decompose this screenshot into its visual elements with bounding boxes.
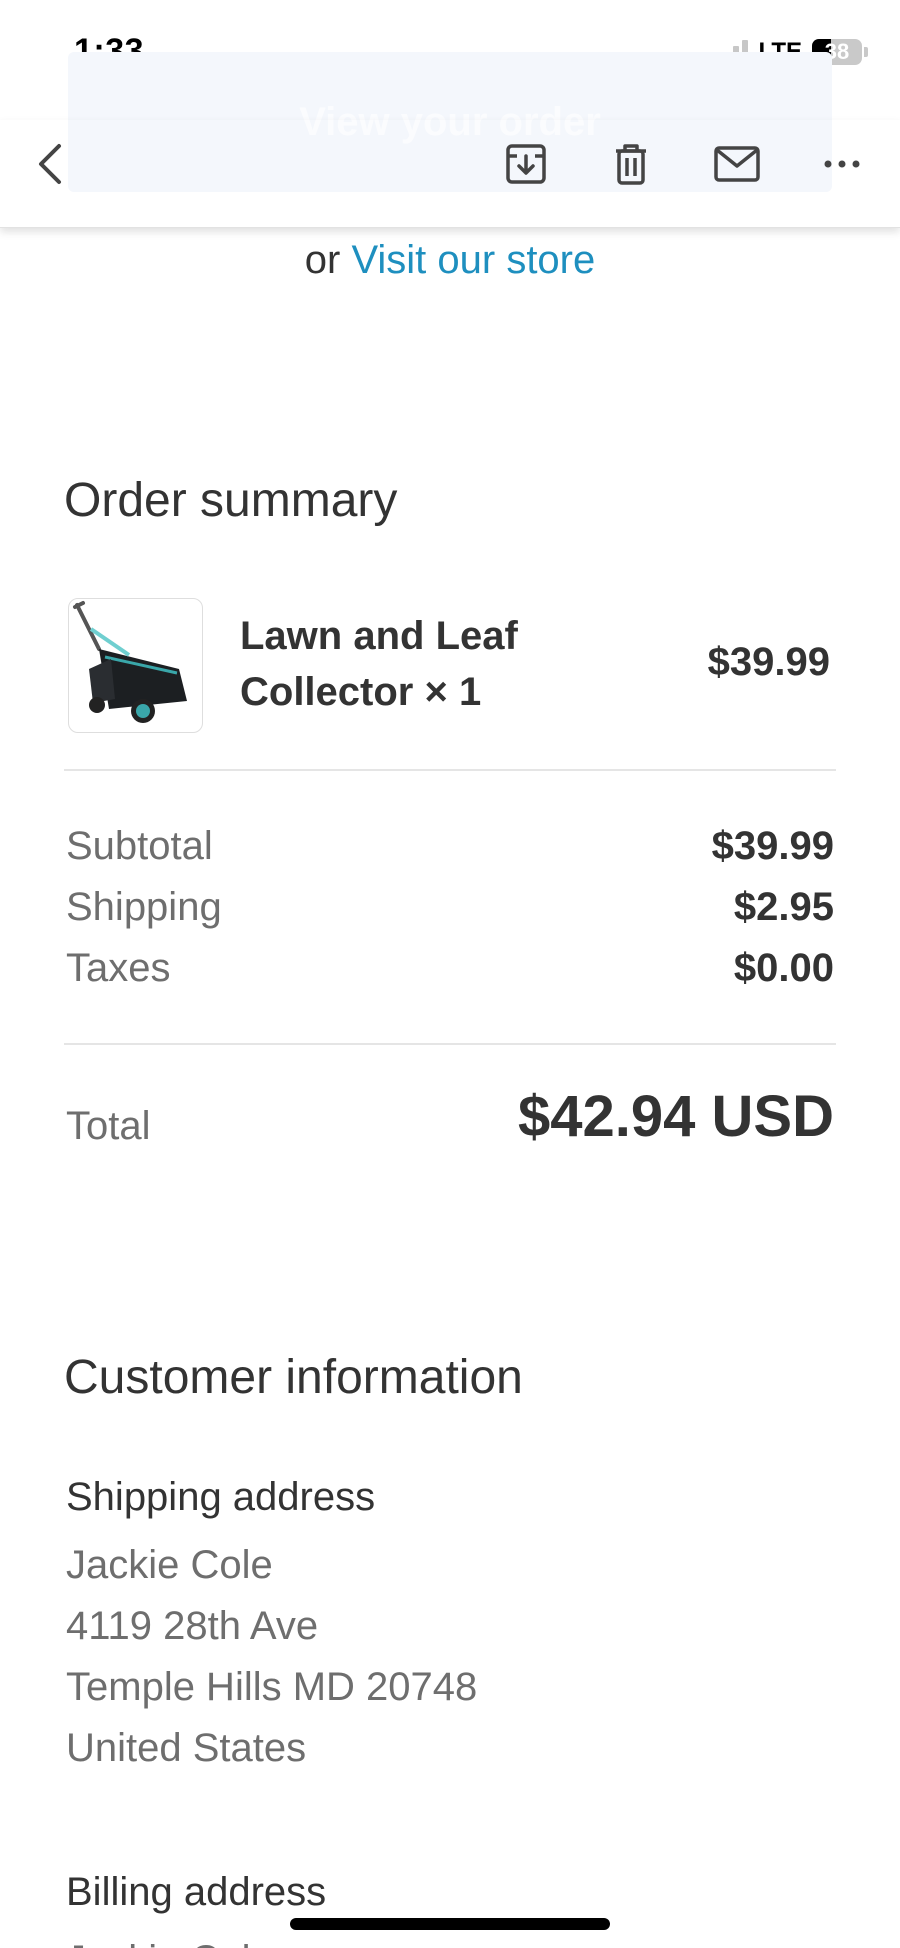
shipping-value: $2.95 [733,885,834,929]
product-name: Lawn and Leaf Collector × 1 [240,614,518,714]
mail-icon[interactable] [710,140,764,188]
shipping-address-heading: Shipping address [66,1475,376,1519]
divider [64,769,836,771]
visit-store-link[interactable]: Visit our store [351,238,595,282]
archive-icon[interactable] [502,140,550,188]
chevron-left-icon[interactable] [26,140,74,188]
more-icon[interactable] [815,140,869,188]
mail-toolbar [0,120,900,228]
shipping-city: Temple Hills MD 20748 [66,1665,478,1709]
shipping-name: Jackie Cole [66,1543,273,1587]
total-value: $42.94 USD [518,1084,834,1149]
store-line: or Visit our store [0,238,900,283]
store-prefix: or [304,238,341,282]
divider [64,1043,836,1045]
billing-name: Jackie Cole [66,1938,273,1948]
shipping-street: 4119 28th Ave [66,1604,319,1648]
total-label: Total [66,1104,151,1148]
billing-address-heading: Billing address [66,1870,327,1914]
product-price: $39.99 [707,640,830,684]
battery-tip [864,47,868,57]
order-summary-title: Order summary [64,474,398,527]
subtotal-label: Subtotal [66,824,213,868]
trash-icon[interactable] [607,140,655,188]
shipping-row: Shipping $2.95 [66,885,834,930]
customer-info-title: Customer information [64,1351,523,1404]
taxes-label: Taxes [66,946,171,990]
taxes-value: $0.00 [733,946,834,990]
product-image [68,598,203,733]
shipping-country: United States [66,1726,307,1770]
shipping-label: Shipping [66,885,222,929]
subtotal-value: $39.99 [711,824,834,868]
home-indicator[interactable] [290,1918,610,1930]
taxes-row: Taxes $0.00 [66,946,834,991]
subtotal-row: Subtotal $39.99 [66,824,834,869]
